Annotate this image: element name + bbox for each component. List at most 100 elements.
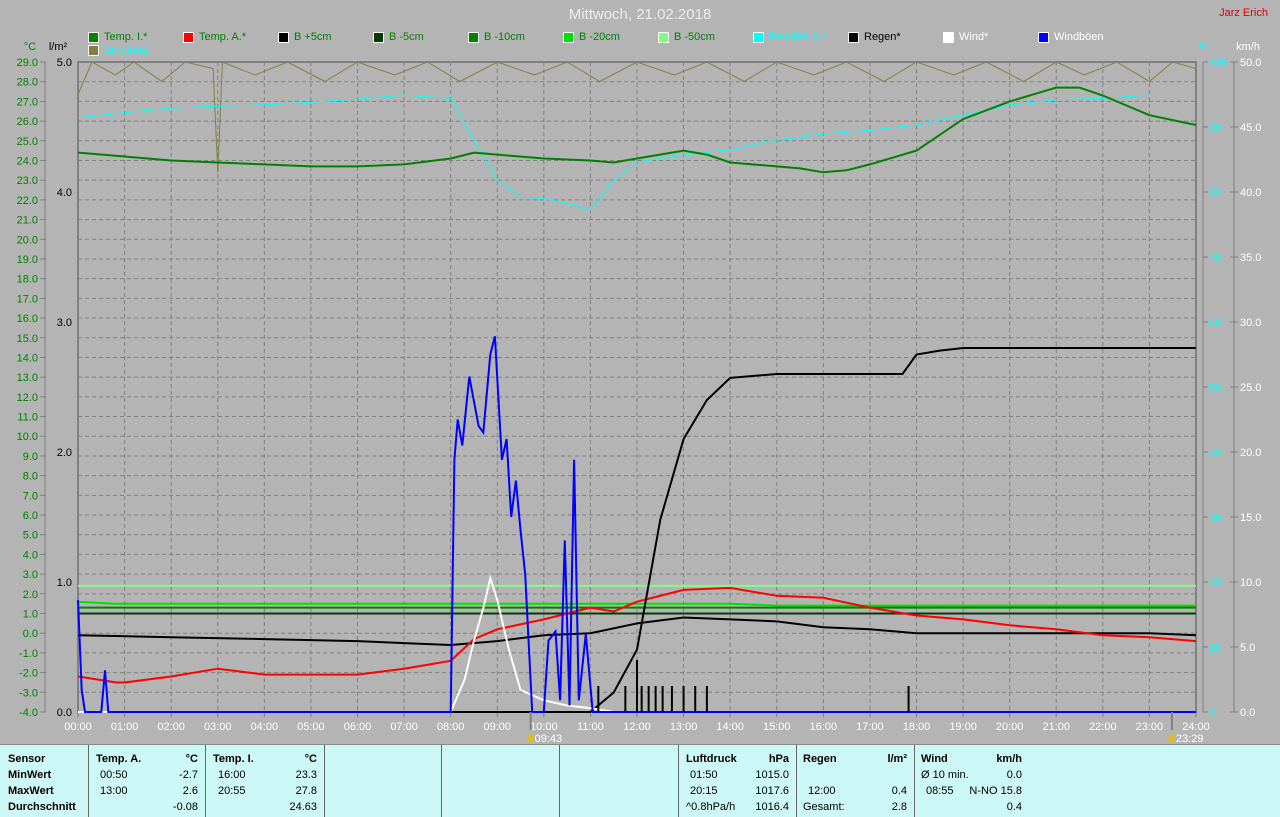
temp-tick-label: 18.0	[17, 274, 38, 286]
x-tick-label: 20:00	[996, 721, 1024, 733]
x-tick-label: 05:00	[297, 721, 325, 733]
temp-tick-label: 2.0	[23, 589, 38, 601]
temp-tick-label: 15.0	[17, 333, 38, 345]
legend-label: B +5cm	[294, 31, 332, 43]
pressure-unit: hPa	[768, 753, 789, 765]
x-tick-label: 22:00	[1089, 721, 1117, 733]
rain-tick-label: 2.0	[57, 447, 72, 459]
legend-swatch	[943, 31, 954, 43]
x-tick-label: 23:00	[1136, 721, 1164, 733]
rain-bar	[597, 686, 600, 712]
rain-bar	[705, 686, 708, 712]
temp-tick-label: 0.0	[23, 628, 38, 640]
temp-tick-label: 8.0	[23, 471, 38, 483]
x-tick-label: 17:00	[856, 721, 884, 733]
legend-item: B -5cm	[373, 31, 424, 43]
legend-label: B -5cm	[389, 31, 424, 43]
humidity-axis-label: %	[1199, 41, 1209, 53]
temp-tick-label: 11.0	[17, 412, 38, 424]
rain-bar	[682, 686, 685, 712]
temp-i-header: Temp. I.	[213, 753, 254, 765]
temp-tick-label: 26.0	[17, 116, 38, 128]
wind-tick-label: 0.0	[1240, 707, 1255, 719]
legend-item: B -10cm	[468, 31, 525, 43]
weather-chart-window: °C -4.0 -3.0 -2.0 -1.0 0.0 1.0 2.0 3.0 4.0 5.0 6.0 7…	[0, 0, 1280, 817]
rain-tick-label: 4.0	[57, 187, 72, 199]
rain-max-time: 12:00	[808, 785, 836, 797]
legend-item: B -20cm	[563, 31, 620, 43]
temp-i-max: 27.8	[295, 785, 317, 797]
x-tick-label: 07:00	[390, 721, 418, 733]
humidity-tick-label: 100	[1209, 57, 1227, 69]
weather-chart: °C -4.0 -3.0 -2.0 -1.0 0.0 1.0 2.0 3.0 4.0 5.0 6.0 7…	[17, 41, 1262, 744]
temp-a-min-time: 00:50	[100, 769, 128, 781]
temp-tick-label: -2.0	[19, 668, 38, 680]
legend-swatch	[468, 31, 479, 43]
x-tick-label: 18:00	[903, 721, 931, 733]
legend-item: Wind*	[943, 31, 988, 43]
temp-tick-label: 29.0	[17, 57, 38, 69]
rain-axis-label: l/m²	[49, 41, 68, 53]
legend-swatch	[278, 31, 289, 43]
temp-tick-label: 7.0	[23, 490, 38, 502]
wind-tick-label: 50.0	[1240, 57, 1261, 69]
wind-tick-label: 10.0	[1240, 577, 1261, 589]
pressure-min-time: 01:50	[690, 769, 718, 781]
legend-label: B -10cm	[484, 31, 525, 43]
legend-swatch	[848, 31, 859, 43]
x-tick-label: 03:00	[204, 721, 232, 733]
temp-tick-label: 4.0	[23, 549, 38, 561]
x-tick-label: 11:00	[577, 721, 604, 733]
row-label-max: MaxWert	[8, 785, 54, 797]
temp-tick-label: 17.0	[17, 293, 38, 305]
humidity-tick-label: 90	[1209, 122, 1221, 134]
temp-tick-label: 20.0	[17, 234, 38, 246]
temp-tick-label: 5.0	[23, 530, 38, 542]
wind-tick-label: 40.0	[1240, 187, 1261, 199]
wind-avg: 0.0	[1006, 769, 1022, 781]
x-tick-label: 13:00	[670, 721, 698, 733]
legend-label: Regen*	[864, 31, 901, 43]
wind-tick-label: 25.0	[1240, 382, 1261, 394]
row-label-avg: Durchschnitt	[8, 801, 76, 813]
statistics-table: Sensor MinWert MaxWert Durchschnitt Temp…	[0, 744, 1280, 817]
temp-tick-label: 16.0	[17, 313, 38, 325]
x-tick-label: 19:00	[949, 721, 977, 733]
temp-tick-label: 27.0	[17, 96, 38, 108]
temp-tick-label: 9.0	[23, 451, 38, 463]
chart-title: Mittwoch, 21.02.2018	[568, 6, 712, 23]
temp-tick-label: 3.0	[23, 569, 38, 581]
legend-label: Empfang	[104, 44, 149, 56]
x-tick-label: 04:00	[251, 721, 279, 733]
rain-bar	[640, 686, 643, 712]
legend-item: Regen*	[848, 31, 901, 43]
rain-tick-label: 1.0	[57, 577, 72, 589]
pressure-min: 1015.0	[755, 769, 789, 781]
x-tick-label: 21:00	[1042, 721, 1070, 733]
legend-item: B -50cm	[658, 31, 715, 43]
temp-tick-label: 6.0	[23, 510, 38, 522]
temp-tick-label: 21.0	[17, 215, 38, 227]
sun-icon	[526, 732, 535, 742]
temp-tick-label: 12.0	[17, 392, 38, 404]
temp-tick-label: 1.0	[23, 609, 38, 621]
humidity-tick-label: 40	[1209, 447, 1221, 459]
legend-item: B +5cm	[278, 31, 332, 43]
wind-tick-label: 5.0	[1240, 642, 1255, 654]
wind-max-dir: N-NO 15.8	[969, 785, 1022, 797]
marker-label: 09:43	[535, 733, 563, 744]
humidity-tick-label: 0	[1209, 707, 1215, 719]
legend-item: Feuchte A.*	[753, 31, 826, 43]
wind-tick-label: 20.0	[1240, 447, 1261, 459]
legend-swatch	[373, 31, 384, 43]
legend-item: Temp. I.*	[88, 31, 147, 43]
x-tick-label: 16:00	[810, 721, 838, 733]
legend-swatch	[88, 44, 99, 56]
temp-tick-label: 22.0	[17, 195, 38, 207]
humidity-tick-label: 30	[1209, 512, 1221, 524]
rain-tick-label: 3.0	[57, 317, 72, 329]
legend-swatch	[753, 31, 764, 43]
legend-swatch	[658, 31, 669, 43]
legend-label: Temp. A.*	[199, 31, 247, 43]
rain-bar	[661, 686, 664, 712]
